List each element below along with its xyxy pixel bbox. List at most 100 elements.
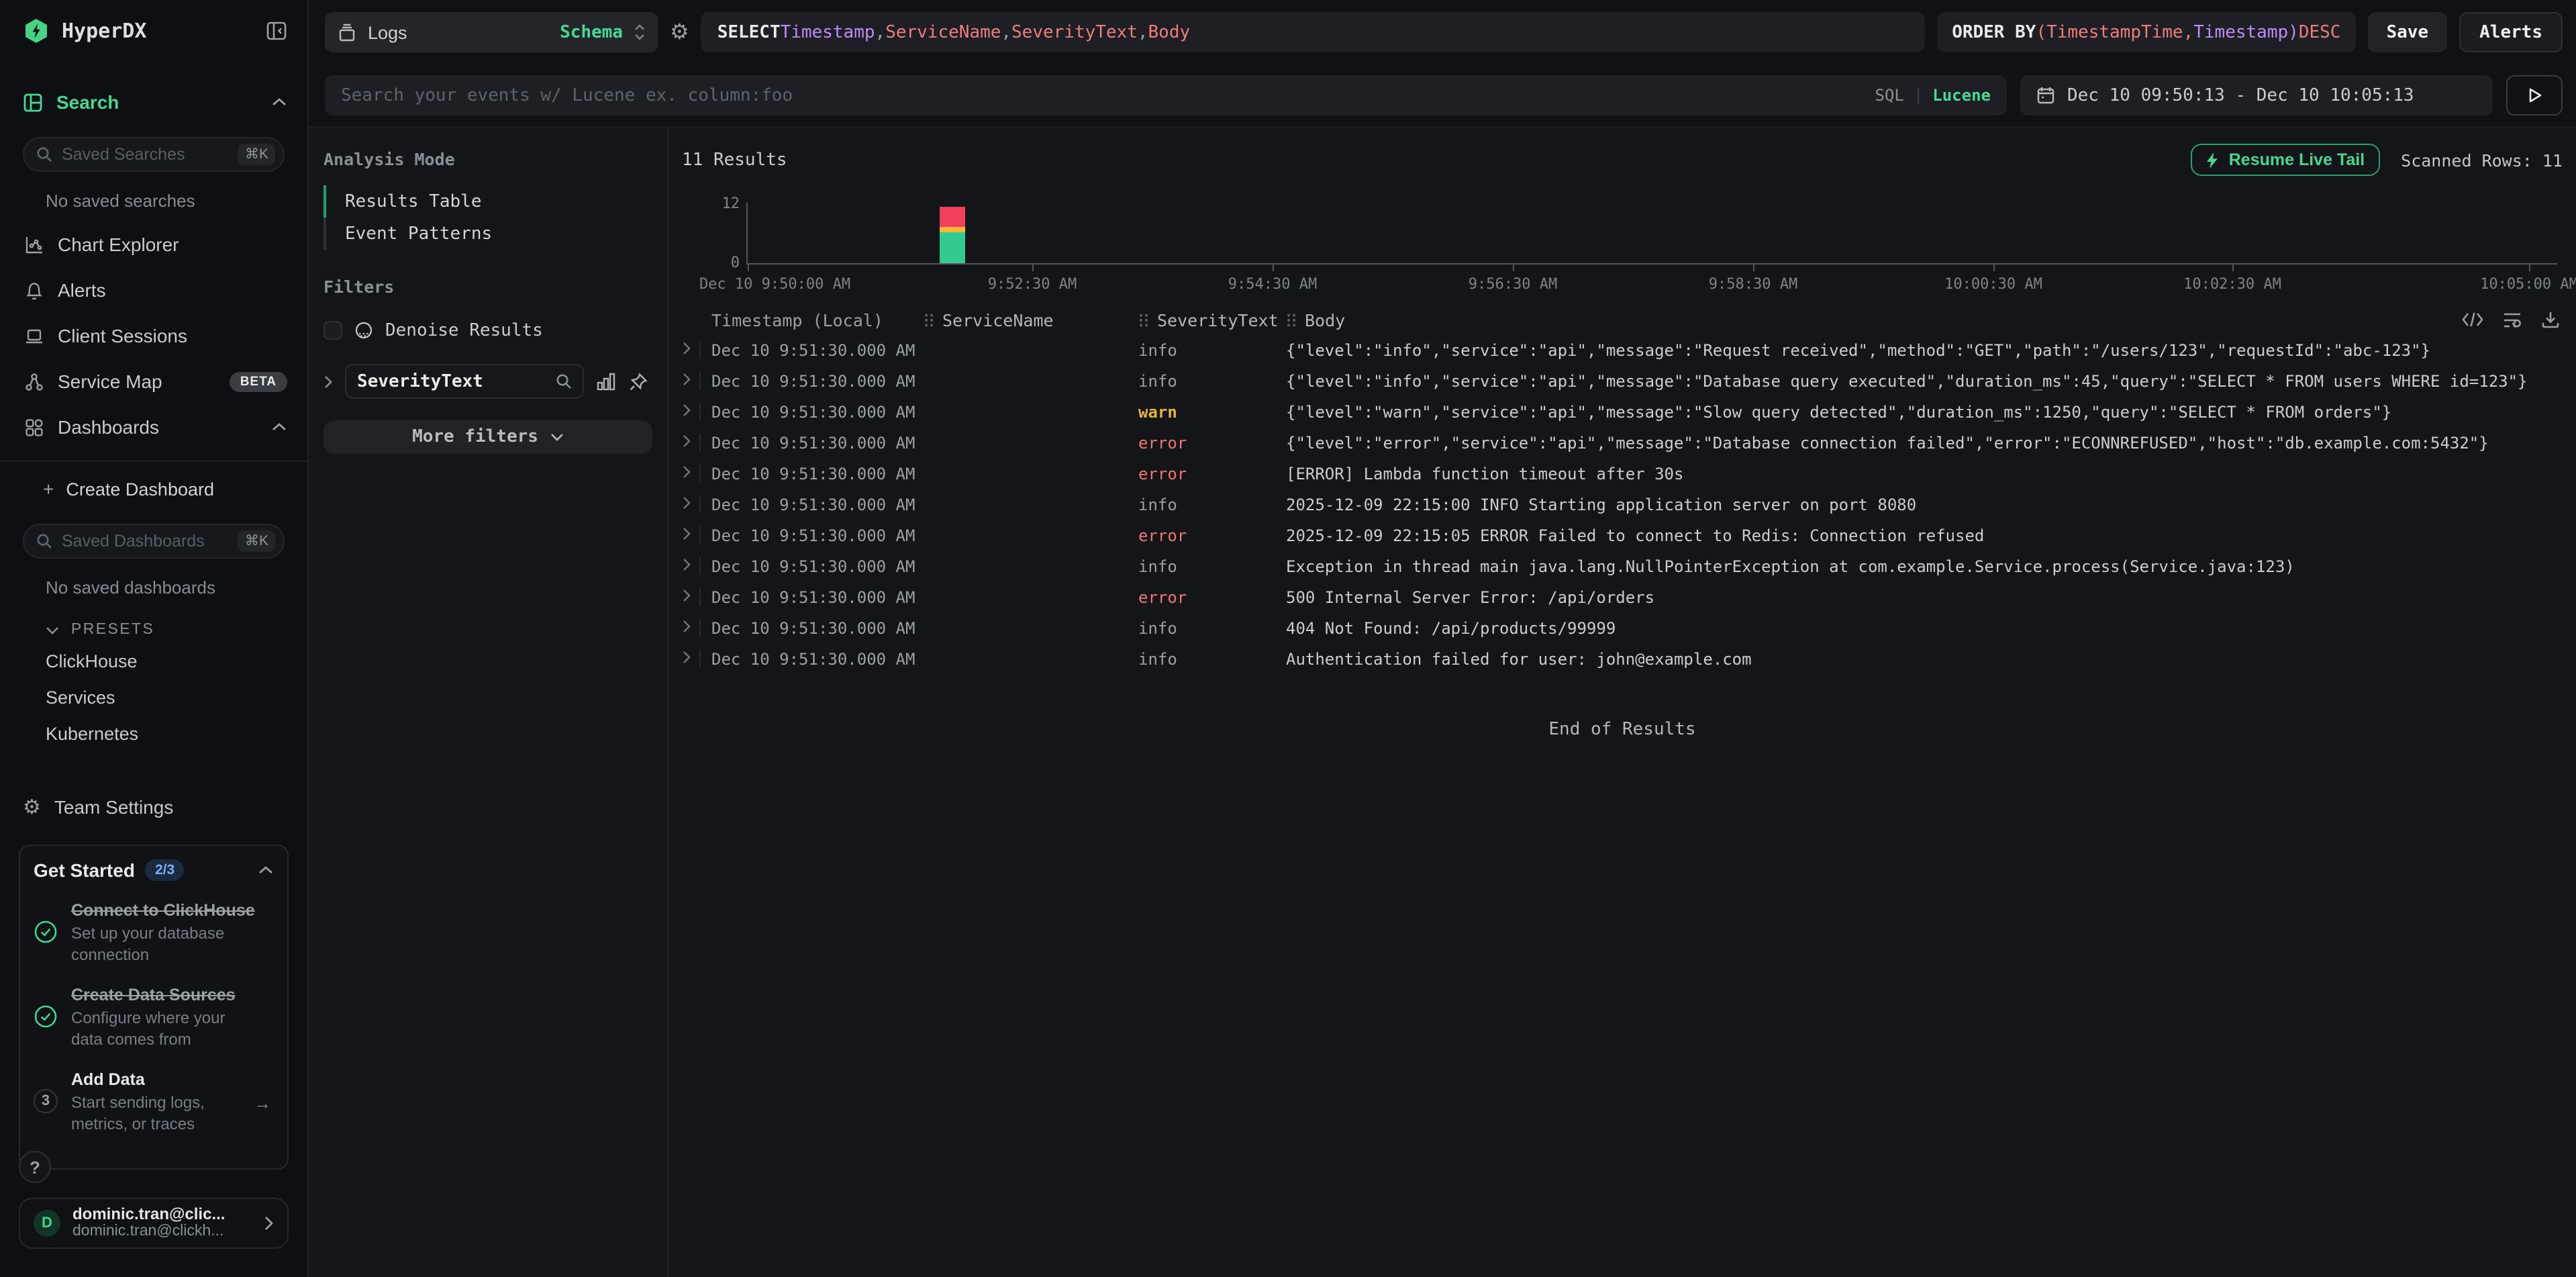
table-row[interactable]: Dec 10 9:51:30.000 AMwarn{"level":"warn"… [682, 396, 2563, 427]
help-button[interactable]: ? [19, 1151, 51, 1183]
get-started-step[interactable]: Create Data SourcesConfigure where your … [34, 984, 274, 1050]
download-icon[interactable] [2541, 310, 2560, 329]
wrap-text-icon[interactable] [2502, 311, 2522, 328]
x-axis-tick [748, 265, 749, 271]
results-histogram[interactable]: 120Dec 10 9:50:00 AM9:52:30 AM9:54:30 AM… [746, 203, 2557, 265]
filters-panel: Analysis Mode Results TableEvent Pattern… [309, 128, 668, 1277]
denoise-checkbox[interactable] [324, 321, 342, 340]
x-axis-tick [2529, 265, 2530, 271]
step-description: Set up your database connection [71, 925, 255, 965]
source-select[interactable]: Logs Schema [325, 12, 658, 52]
sidebar-item-team-settings[interactable]: ⚙ Team Settings [0, 784, 307, 830]
column-header-timestamp-local-[interactable]: Timestamp (Local) [701, 310, 924, 330]
orderby-token: Timestamp) [2193, 22, 2299, 42]
table-row[interactable]: Dec 10 9:51:30.000 AMerror[ERROR] Lambda… [682, 458, 2563, 489]
sidebar-item-client-sessions[interactable]: Client Sessions [0, 313, 307, 359]
save-button[interactable]: Save [2367, 12, 2447, 52]
y-axis-label-max: 12 [722, 195, 740, 212]
table-row[interactable]: Dec 10 9:51:30.000 AMinfoAuthentication … [682, 643, 2563, 674]
drag-handle-icon[interactable] [1138, 312, 1149, 327]
table-row[interactable]: Dec 10 9:51:30.000 AMerror2025-12-09 22:… [682, 520, 2563, 551]
chevron-right-icon[interactable] [324, 374, 333, 389]
presets-toggle[interactable]: PRESETS [46, 622, 285, 638]
column-header-body[interactable]: Body [1286, 310, 2563, 330]
sidebar-item-service-map[interactable]: Service MapBETA [0, 359, 307, 404]
expand-row-icon[interactable] [682, 371, 699, 390]
step-title: Connect to ClickHouse [71, 900, 255, 922]
histogram-bar-info[interactable] [940, 232, 965, 263]
log-body-text: 404 Not Found: /api/products/99999 [1286, 618, 1616, 637]
expand-row-icon[interactable] [682, 587, 699, 606]
x-axis-label: 9:56:30 AM [1469, 275, 1557, 293]
expand-row-icon[interactable] [682, 557, 699, 575]
expand-row-icon[interactable] [682, 495, 699, 514]
sidebar-collapse-icon[interactable] [266, 20, 287, 42]
filter-field-input[interactable]: SeverityText [345, 364, 584, 399]
log-body-text: {"level":"info","service":"api","message… [1286, 340, 2430, 359]
create-dashboard-button[interactable]: + Create Dashboard [0, 470, 307, 508]
lucene-toggle[interactable]: Lucene [1932, 86, 1991, 105]
source-settings-gear-icon[interactable]: ⚙ [670, 19, 689, 46]
sql-toggle[interactable]: SQL [1875, 86, 1903, 105]
user-menu[interactable]: D dominic.tran@clic... dominic.tran@clic… [19, 1198, 289, 1249]
mode-event-patterns[interactable]: Event Patterns [324, 218, 652, 250]
saved-searches-input[interactable]: Saved Searches ⌘K [23, 137, 285, 172]
resume-live-tail-button[interactable]: Resume Live Tail [2191, 144, 2379, 176]
event-search-input[interactable]: Search your events w/ Lucene ex. column:… [325, 75, 2007, 115]
more-filters-button[interactable]: More filters [324, 420, 652, 454]
cell-body: 2025-12-09 22:15:05 ERROR Failed to conn… [1286, 526, 2563, 545]
run-query-button[interactable] [2506, 75, 2563, 115]
expand-row-icon[interactable] [682, 433, 699, 452]
sidebar-item-dashboards[interactable]: Dashboards [0, 404, 307, 450]
sidebar-item-search[interactable]: Search [0, 83, 307, 121]
get-started-step[interactable]: Connect to ClickHouse Set up your databas… [34, 900, 274, 965]
select-query-input[interactable]: SELECT Timestamp,ServiceName,SeverityTex… [701, 12, 1926, 52]
expand-row-icon[interactable] [682, 464, 699, 483]
table-row[interactable]: Dec 10 9:51:30.000 AMerror500 Internal S… [682, 581, 2563, 612]
table-row[interactable]: Dec 10 9:51:30.000 AMinfo{"level":"info"… [682, 365, 2563, 396]
log-body-text: {"level":"error","service":"api","messag… [1286, 433, 2489, 452]
table-row[interactable]: Dec 10 9:51:30.000 AMinfo{"level":"info"… [682, 334, 2563, 365]
preset-clickhouse[interactable]: ClickHouse [0, 643, 307, 679]
preset-services[interactable]: Services [0, 679, 307, 716]
plus-icon: + [43, 478, 54, 500]
chevron-down-icon [46, 625, 59, 634]
get-started-step[interactable]: 3Add DataStart sending logs, metrics, or… [34, 1069, 274, 1135]
table-row[interactable]: Dec 10 9:51:30.000 AMinfoException in th… [682, 551, 2563, 581]
expand-row-icon[interactable] [682, 618, 699, 637]
histogram-bar-error[interactable] [940, 207, 965, 228]
column-header-severitytext[interactable]: SeverityText [1138, 310, 1286, 330]
cell-body: {"level":"error","service":"api","messag… [1286, 433, 2563, 452]
saved-dashboards-input[interactable]: Saved Dashboards ⌘K [23, 524, 285, 559]
drag-handle-icon[interactable] [1286, 312, 1297, 327]
select-token: , [875, 22, 886, 42]
chevron-up-icon[interactable] [258, 865, 274, 876]
mode-results-table[interactable]: Results Table [324, 185, 652, 218]
preset-kubernetes[interactable]: Kubernetes [0, 716, 307, 752]
code-icon[interactable] [2462, 312, 2483, 328]
table-row[interactable]: Dec 10 9:51:30.000 AMerror{"level":"erro… [682, 427, 2563, 458]
drag-handle-icon[interactable] [924, 312, 934, 327]
date-range-picker[interactable]: Dec 10 09:50:13 - Dec 10 10:05:13 [2020, 75, 2493, 115]
sidebar-item-alerts[interactable]: Alerts [0, 267, 307, 313]
expand-row-icon[interactable] [682, 340, 699, 359]
pin-icon[interactable] [628, 371, 648, 391]
histogram-bar-warn[interactable] [940, 227, 965, 232]
check-circle-icon [34, 900, 58, 965]
order-by-input[interactable]: ORDER BY (TimestampTime, Timestamp) DESC [1937, 12, 2355, 52]
expand-row-icon[interactable] [682, 649, 699, 668]
column-header-servicename[interactable]: ServiceName [924, 310, 1138, 330]
expand-row-icon[interactable] [682, 526, 699, 545]
table-row[interactable]: Dec 10 9:51:30.000 AMinfo2025-12-09 22:1… [682, 489, 2563, 520]
chevron-up-icon[interactable] [271, 97, 287, 107]
language-toggle[interactable]: SQL | Lucene [1875, 86, 1991, 105]
analysis-mode-label: Analysis Mode [324, 149, 652, 169]
chevron-up-icon[interactable] [271, 422, 287, 432]
table-row[interactable]: Dec 10 9:51:30.000 AMinfo404 Not Found: … [682, 612, 2563, 643]
end-of-results-label: End of Results [682, 720, 2563, 740]
cell-body: {"level":"info","service":"api","message… [1286, 371, 2563, 390]
bar-chart-icon[interactable] [596, 372, 616, 391]
sidebar-item-chart-explorer[interactable]: Chart Explorer [0, 222, 307, 267]
alerts-button[interactable]: Alerts [2459, 12, 2563, 52]
expand-row-icon[interactable] [682, 402, 699, 421]
